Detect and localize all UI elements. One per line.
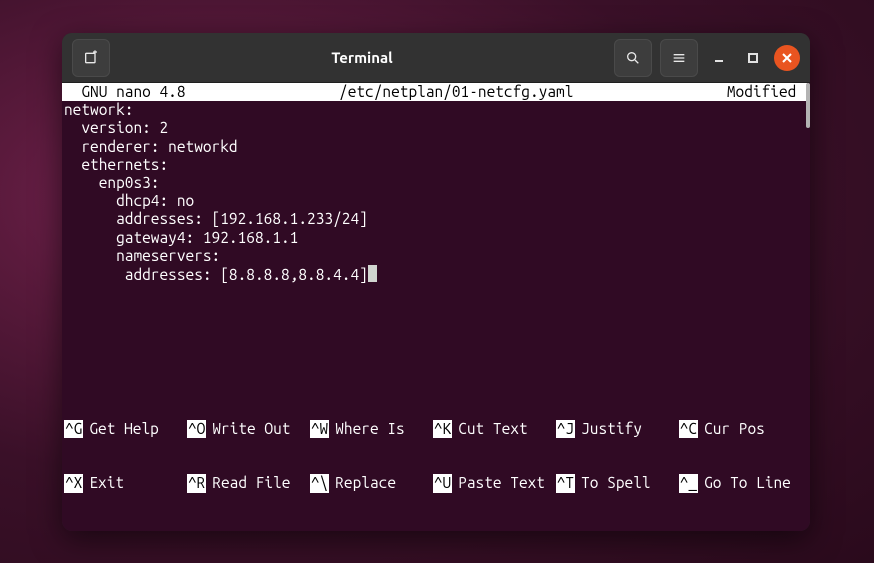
nano-modified-flag: Modified bbox=[727, 83, 805, 101]
menu-button[interactable] bbox=[660, 39, 698, 77]
maximize-button[interactable] bbox=[740, 45, 766, 71]
minimize-button[interactable] bbox=[706, 45, 732, 71]
shortcut-where-is[interactable]: ^WWhere Is bbox=[310, 420, 433, 438]
editor-line: addresses: [8.8.8.8,8.8.4.4] bbox=[64, 266, 368, 283]
terminal-window: Terminal GNU nano 4.8 /etc/netplan/01-ne… bbox=[62, 33, 810, 531]
search-button[interactable] bbox=[614, 39, 652, 77]
shortcut-get-help[interactable]: ^GGet Help bbox=[64, 420, 187, 438]
editor-line: renderer: networkd bbox=[64, 138, 238, 155]
shortcut-cut-text[interactable]: ^KCut Text bbox=[433, 420, 556, 438]
shortcut-justify[interactable]: ^JJustify bbox=[556, 420, 679, 438]
shortcut-row-1: ^GGet Help ^OWrite Out ^WWhere Is ^KCut … bbox=[64, 420, 802, 438]
editor-line: addresses: [192.168.1.233/24] bbox=[64, 210, 368, 227]
new-tab-button[interactable] bbox=[72, 39, 110, 77]
shortcut-replace[interactable]: ^\Replace bbox=[310, 474, 433, 492]
terminal-viewport[interactable]: GNU nano 4.8 /etc/netplan/01-netcfg.yaml… bbox=[62, 83, 810, 531]
editor-content[interactable]: network: version: 2 renderer: networkd e… bbox=[62, 101, 807, 284]
text-cursor bbox=[368, 265, 377, 282]
shortcut-go-to-line[interactable]: ^_Go To Line bbox=[679, 474, 802, 492]
titlebar-right bbox=[614, 39, 800, 77]
shortcut-read-file[interactable]: ^RRead File bbox=[187, 474, 310, 492]
shortcut-cur-pos[interactable]: ^CCur Pos bbox=[679, 420, 802, 438]
editor-line: nameservers: bbox=[64, 247, 220, 264]
shortcut-exit[interactable]: ^XExit bbox=[64, 474, 187, 492]
shortcut-row-2: ^XExit ^RRead File ^\Replace ^UPaste Tex… bbox=[64, 474, 802, 492]
close-button[interactable] bbox=[774, 45, 800, 71]
editor-line: gateway4: 192.168.1.1 bbox=[64, 229, 298, 246]
shortcut-paste-text[interactable]: ^UPaste Text bbox=[433, 474, 556, 492]
editor-line: enp0s3: bbox=[64, 174, 159, 191]
shortcut-write-out[interactable]: ^OWrite Out bbox=[187, 420, 310, 438]
editor-line: network: bbox=[64, 101, 133, 118]
window-title: Terminal bbox=[110, 49, 614, 66]
nano-app-version: GNU nano 4.8 bbox=[64, 83, 186, 101]
editor-line: version: 2 bbox=[64, 119, 168, 136]
shortcut-to-spell[interactable]: ^TTo Spell bbox=[556, 474, 679, 492]
nano-shortcut-bar: ^GGet Help ^OWrite Out ^WWhere Is ^KCut … bbox=[62, 383, 804, 531]
scrollbar-thumb[interactable] bbox=[806, 83, 810, 128]
editor-line: dhcp4: no bbox=[64, 192, 194, 209]
nano-filename: /etc/netplan/01-netcfg.yaml bbox=[186, 83, 727, 101]
nano-status-bar: GNU nano 4.8 /etc/netplan/01-netcfg.yaml… bbox=[62, 83, 807, 101]
titlebar: Terminal bbox=[62, 33, 810, 83]
editor-line: ethernets: bbox=[64, 156, 168, 173]
